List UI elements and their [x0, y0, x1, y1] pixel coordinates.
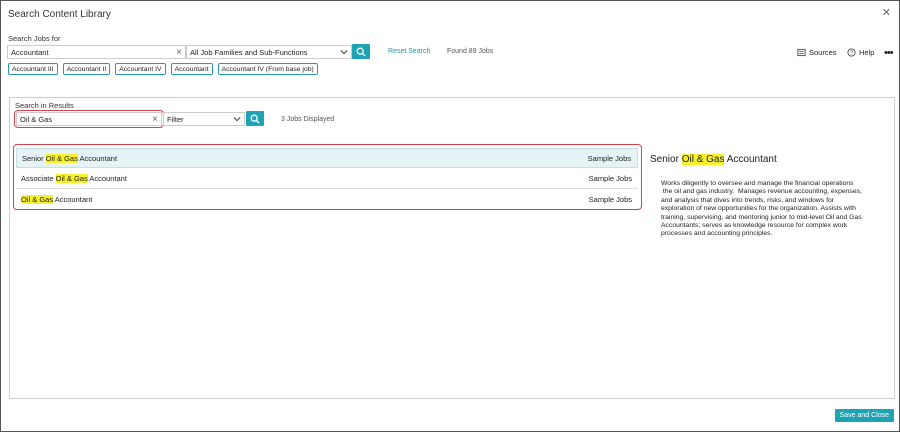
search-jobs-label: Search Jobs for: [8, 34, 61, 43]
results-callout: [13, 144, 642, 210]
help-icon: ?: [847, 48, 856, 57]
job-family-value: All Job Families and Sub-Functions: [190, 48, 308, 57]
search-jobs-button[interactable]: [352, 44, 370, 59]
chevron-down-icon: [340, 50, 348, 55]
filter-select[interactable]: Filter: [163, 112, 245, 126]
svg-text:?: ?: [850, 51, 853, 57]
found-jobs-count: Found 89 Jobs: [447, 48, 494, 55]
chip[interactable]: Accountant III: [8, 63, 58, 75]
help-button[interactable]: ? Help: [847, 48, 874, 57]
search-input-callout: [14, 110, 164, 128]
search-jobs-input[interactable]: Accountant ×: [7, 45, 186, 59]
reset-search-link[interactable]: Reset Search: [388, 48, 430, 55]
chip[interactable]: Accountant: [170, 63, 213, 75]
chip[interactable]: Accountant II: [62, 63, 111, 75]
chip[interactable]: Accountant IV (From base job): [217, 63, 318, 75]
chip[interactable]: Accountant IV: [115, 63, 166, 75]
recent-searches-chips: Accountant III Accountant II Accountant …: [8, 63, 318, 75]
filter-value: Filter: [167, 115, 184, 124]
chevron-down-icon: [233, 117, 241, 122]
ellipsis-icon[interactable]: •••: [884, 47, 894, 59]
save-and-close-button[interactable]: Save and Close: [834, 409, 894, 422]
close-icon[interactable]: ✕: [882, 6, 891, 19]
sources-icon: [797, 48, 806, 57]
filter-search-button[interactable]: [246, 111, 264, 126]
search-content-library-dialog: Search Content Library ✕ Search Jobs for…: [0, 0, 900, 432]
help-label: Help: [859, 48, 875, 57]
sources-button[interactable]: Sources: [797, 48, 837, 57]
sources-label: Sources: [809, 48, 837, 57]
jobs-displayed-count: 3 Jobs Displayed: [281, 116, 335, 123]
search-icon: [250, 114, 260, 123]
detail-description: Works diligently to oversee and manage t…: [661, 180, 862, 238]
results-panel: Search in Results Oil & Gas × Filter 3 J…: [9, 97, 895, 399]
detail-title: Senior Oil & Gas Accountant: [650, 154, 777, 165]
clear-icon[interactable]: ×: [176, 46, 182, 59]
job-family-select[interactable]: All Job Families and Sub-Functions: [186, 45, 352, 59]
search-jobs-value: Accountant: [11, 48, 49, 57]
search-icon: [356, 47, 366, 56]
dialog-title: Search Content Library: [8, 9, 111, 20]
search-in-results-label: Search in Results: [15, 101, 74, 110]
